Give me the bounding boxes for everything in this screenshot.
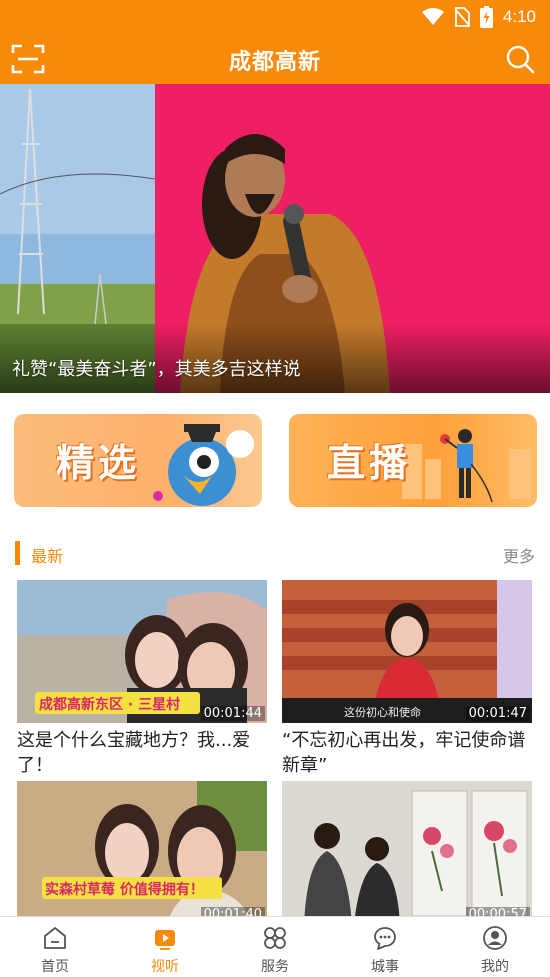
video-thumbnail-image bbox=[17, 781, 267, 924]
nav-item-profile[interactable]: 我的 bbox=[440, 917, 550, 977]
nav-label-services: 服务 bbox=[261, 959, 289, 975]
video-thumbnail-image bbox=[282, 781, 532, 924]
section-title: 最新 bbox=[31, 547, 64, 566]
nav-item-services[interactable]: 服务 bbox=[220, 917, 330, 977]
video-thumbnail[interactable]: 实森村草莓 价值得拥有！ 00:01:40 bbox=[17, 781, 267, 924]
nav-label-video: 视听 bbox=[151, 959, 179, 975]
video-title[interactable]: “不忘初心再出发，牢记使命谱新章” bbox=[282, 728, 532, 778]
featured-card[interactable]: 精选 bbox=[14, 414, 262, 507]
chat-bubble-icon bbox=[374, 927, 396, 950]
banner-carousel[interactable]: 礼赞“最美奋斗者”，其美多吉这样说 bbox=[0, 84, 550, 393]
bottom-navigation: 首页 视听 服务 城事 我的 bbox=[0, 916, 550, 977]
search-button[interactable] bbox=[502, 41, 538, 77]
services-grid-icon bbox=[264, 927, 286, 949]
search-icon bbox=[506, 45, 535, 74]
live-card[interactable]: 直播 bbox=[289, 414, 537, 507]
nav-label-home: 首页 bbox=[41, 959, 69, 975]
home-icon bbox=[44, 927, 66, 949]
status-icons: 4:10 bbox=[421, 6, 536, 28]
wifi-icon bbox=[421, 8, 444, 25]
live-host-icon bbox=[402, 429, 531, 503]
nav-item-city[interactable]: 城事 bbox=[330, 917, 440, 977]
parrot-mascot-icon bbox=[153, 424, 254, 506]
battery-charging-icon bbox=[479, 6, 493, 28]
video-title[interactable]: 这是个什么宝藏地方？我...爱了！ bbox=[17, 728, 267, 778]
video-duration: 00:01:44 bbox=[200, 706, 265, 721]
section-accent-bar bbox=[15, 541, 20, 565]
video-thumbnail[interactable]: 成都高新东区 · 三星村 00:01:44 bbox=[17, 580, 267, 723]
section-header: 最新 更多 bbox=[0, 538, 550, 568]
video-play-icon bbox=[155, 930, 175, 950]
page-title: 成都高新 bbox=[228, 49, 321, 75]
nav-label-profile: 我的 bbox=[481, 959, 509, 975]
video-thumbnail[interactable]: 这份初心和使命 00:01:47 bbox=[282, 580, 532, 723]
nav-item-video[interactable]: 视听 bbox=[110, 917, 220, 977]
banner-caption[interactable]: 礼赞“最美奋斗者”，其美多吉这样说 bbox=[12, 355, 301, 381]
app-header: 成都高新 bbox=[0, 34, 550, 84]
nav-item-home[interactable]: 首页 bbox=[0, 917, 110, 977]
featured-label: 精选 bbox=[56, 441, 141, 485]
nav-label-city: 城事 bbox=[371, 959, 399, 975]
video-thumbnail[interactable]: 00:00:57 bbox=[282, 781, 532, 924]
profile-icon bbox=[483, 926, 507, 950]
no-sim-icon bbox=[454, 7, 470, 27]
thumbnail-overlay-text: 这份初心和使命 bbox=[344, 706, 421, 719]
thumbnail-overlay-text: 实森村草莓 价值得拥有！ bbox=[45, 882, 204, 898]
live-label: 直播 bbox=[327, 441, 412, 485]
more-link[interactable]: 更多 bbox=[503, 543, 535, 567]
video-thumbnail-image bbox=[282, 580, 532, 723]
status-bar: 4:10 bbox=[0, 0, 550, 34]
status-time: 4:10 bbox=[502, 7, 536, 26]
video-duration: 00:01:47 bbox=[465, 706, 530, 721]
thumbnail-overlay-text: 成都高新东区 · 三星村 bbox=[39, 697, 181, 713]
